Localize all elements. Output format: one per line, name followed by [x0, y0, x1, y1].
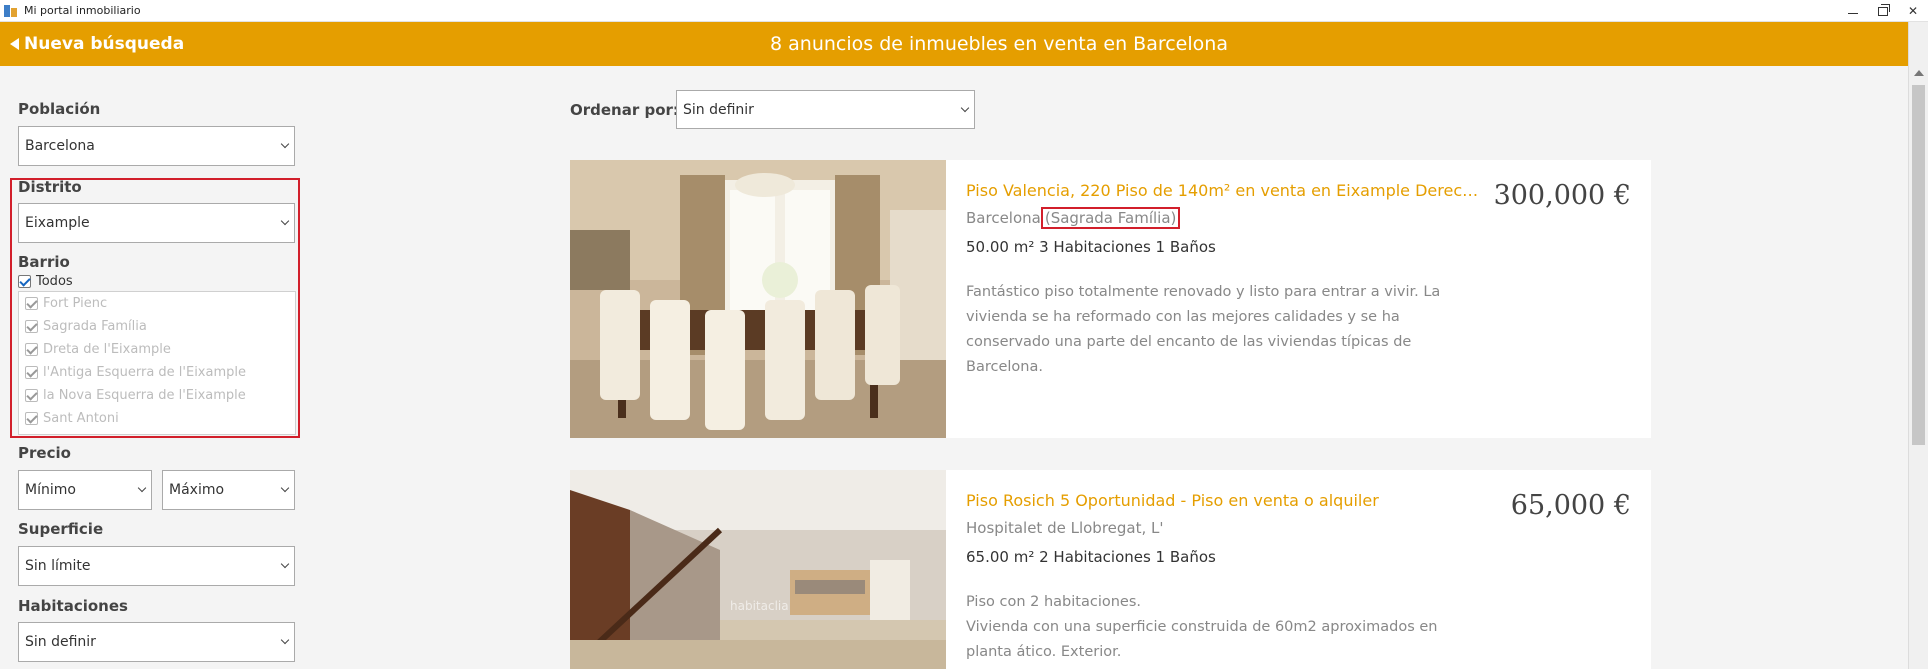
superficie-value: Sin límite [25, 558, 91, 574]
barrio-label: Barrio [18, 253, 70, 271]
listing-price: 65,000 € [1510, 490, 1631, 521]
photo-watermark: habitaclia [730, 599, 789, 613]
precio-max-value: Máximo [169, 482, 225, 498]
poblacion-label: Población [18, 100, 101, 118]
barrio-item-label: Sant Antoni [43, 411, 119, 426]
listing-photo-loft[interactable]: habitaclia [570, 470, 946, 669]
chevron-down-icon [280, 216, 290, 226]
chevron-down-icon [280, 139, 290, 149]
listing-description-line: Piso con 2 habitaciones. [966, 594, 1141, 610]
window-titlebar: Mi portal inmobiliario ✕ [0, 0, 1928, 22]
precio-max-select[interactable]: Máximo [162, 470, 295, 510]
listing-title-link[interactable]: Piso Valencia, 220 Piso de 140m² en vent… [966, 181, 1481, 200]
listing-description: Fantástico piso totalmente renovado y li… [966, 284, 1441, 375]
checkbox-checked-icon [25, 412, 38, 425]
app-icon [4, 4, 18, 18]
distrito-value: Eixample [25, 215, 90, 231]
listing-city: Barcelona [966, 209, 1041, 227]
listing-title-link[interactable]: Piso Rosich 5 Oportunidad - Piso en vent… [966, 491, 1481, 510]
checkbox-checked-icon [25, 343, 38, 356]
barrio-item[interactable]: Dreta de l'Eixample [25, 342, 171, 357]
sort-value: Sin definir [683, 101, 754, 118]
listing-neighborhood-highlight: (Sagrada Família) [1040, 207, 1181, 229]
distrito-label: Distrito [18, 178, 82, 196]
barrio-item[interactable]: Sant Antoni [25, 411, 119, 426]
page-scrollbar[interactable] [1908, 22, 1928, 669]
checkbox-checked-icon [25, 366, 38, 379]
listing-location: Barcelona (Sagrada Família) [966, 207, 1181, 229]
barrio-item[interactable]: Sagrada Família [25, 319, 147, 334]
sort-select[interactable]: Sin definir [676, 90, 975, 129]
listing-location: Hospitalet de Llobregat, L' [966, 519, 1164, 537]
barrio-item[interactable]: l'Antiga Esquerra de l'Eixample [25, 365, 246, 380]
minimize-icon [1848, 13, 1858, 15]
results-title: 8 anuncios de inmuebles en venta en Barc… [770, 33, 1228, 55]
poblacion-value: Barcelona [25, 138, 95, 154]
distrito-select[interactable]: Eixample [18, 203, 295, 243]
restore-button[interactable] [1868, 0, 1898, 22]
superficie-select[interactable]: Sin límite [18, 546, 295, 586]
barrio-all-label: Todos [36, 274, 73, 289]
scroll-thumb[interactable] [1912, 85, 1925, 445]
listing-price: 300,000 € [1493, 180, 1631, 211]
chevron-down-icon [960, 103, 970, 113]
close-button[interactable]: ✕ [1898, 0, 1928, 22]
barrio-item[interactable]: la Nova Esquerra de l'Eixample [25, 388, 246, 403]
habitaciones-value: Sin definir [25, 634, 96, 650]
window-title: Mi portal inmobiliario [24, 4, 141, 17]
listing-card[interactable]: habitaclia Piso Rosich 5 Oportunidad - P… [570, 470, 1651, 669]
barrio-item-label: l'Antiga Esquerra de l'Eixample [43, 365, 246, 380]
app-header: Nueva búsqueda 8 anuncios de inmuebles e… [0, 22, 1908, 66]
chevron-down-icon [280, 483, 290, 493]
barrio-item-label: Sagrada Família [43, 319, 147, 334]
superficie-label: Superficie [18, 520, 104, 538]
chevron-down-icon [137, 483, 147, 493]
checkbox-checked-icon [25, 297, 38, 310]
habitaciones-label: Habitaciones [18, 597, 128, 615]
window-controls: ✕ [1838, 0, 1928, 22]
chevron-down-icon [280, 635, 290, 645]
barrio-all-checkbox[interactable]: Todos [18, 274, 73, 289]
listing-card[interactable]: Piso Valencia, 220 Piso de 140m² en vent… [570, 160, 1651, 438]
chevron-down-icon [280, 559, 290, 569]
scroll-up-icon[interactable] [1914, 70, 1924, 76]
minimize-button[interactable] [1838, 0, 1868, 22]
listing-description-line: Vivienda con una superficie construida d… [966, 619, 1438, 660]
listing-specs: 65.00 m² 2 Habitaciones 1 Baños [966, 548, 1216, 566]
checkbox-checked-icon [18, 275, 31, 288]
precio-min-select[interactable]: Mínimo [18, 470, 152, 510]
barrio-item[interactable]: Fort Pienc [25, 296, 107, 311]
close-icon: ✕ [1907, 4, 1919, 18]
habitaciones-select[interactable]: Sin definir [18, 622, 295, 662]
listing-photo-dining-room[interactable] [570, 160, 946, 438]
barrio-item-label: Dreta de l'Eixample [43, 342, 171, 357]
barrio-list[interactable]: Fort Pienc Sagrada Família Dreta de l'Ei… [18, 291, 296, 435]
barrio-item-label: la Nova Esquerra de l'Eixample [43, 388, 246, 403]
checkbox-checked-icon [25, 320, 38, 333]
precio-label: Precio [18, 444, 71, 462]
listing-specs: 50.00 m² 3 Habitaciones 1 Baños [966, 238, 1216, 256]
restore-icon [1878, 3, 1890, 16]
barrio-item-label: Fort Pienc [43, 296, 108, 311]
precio-min-value: Mínimo [25, 482, 76, 498]
listing-description: Piso con 2 habitaciones. Vivienda con un… [966, 590, 1486, 665]
poblacion-select[interactable]: Barcelona [18, 126, 295, 166]
sort-label: Ordenar por: [570, 101, 679, 119]
checkbox-checked-icon [25, 389, 38, 402]
